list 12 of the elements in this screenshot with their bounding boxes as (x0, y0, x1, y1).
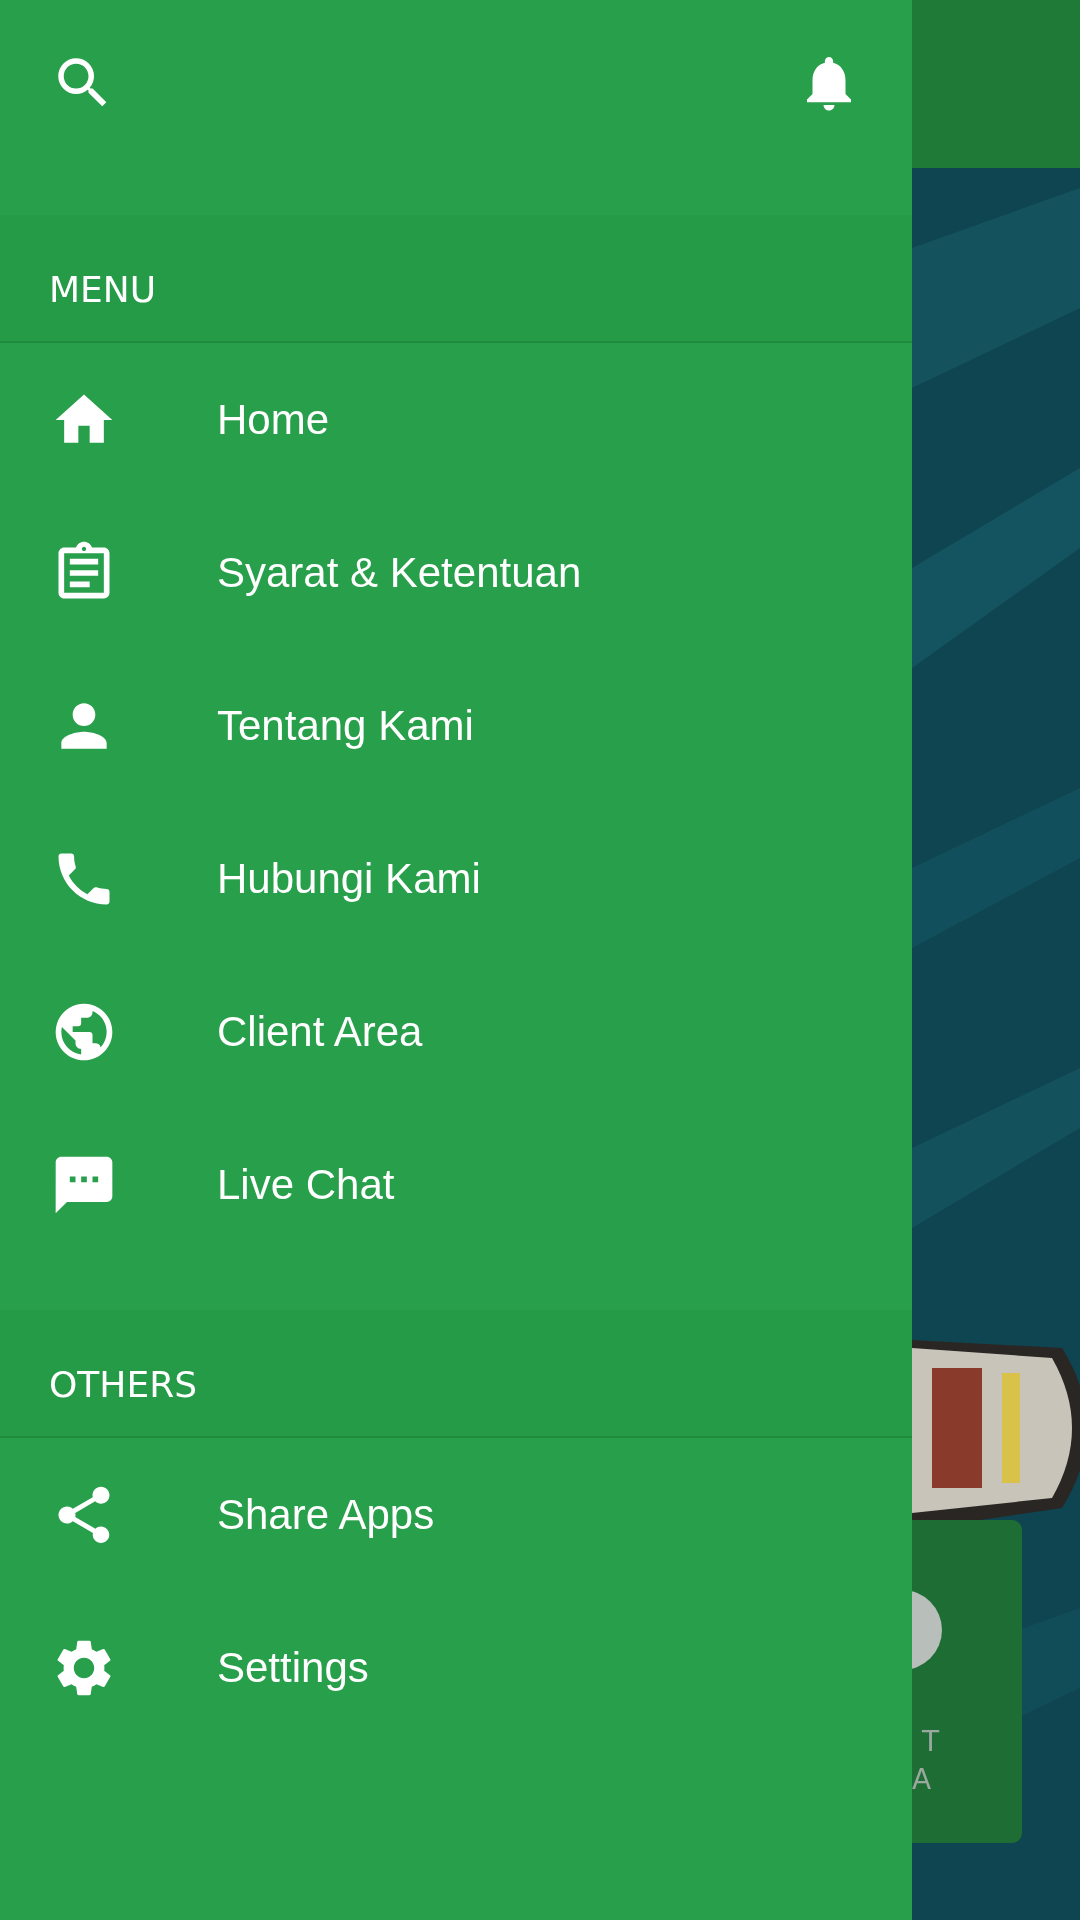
card-text: T (922, 1725, 940, 1758)
menu-item[interactable]: Hubungi Kami (0, 802, 912, 955)
card-text: A (912, 1763, 932, 1796)
menu-item[interactable]: Syarat & Ketentuan (0, 496, 912, 649)
menu-item[interactable]: Settings (0, 1591, 912, 1744)
menu-item[interactable]: Tentang Kami (0, 649, 912, 802)
section-title: OTHERS (49, 1363, 197, 1405)
menu-item[interactable]: Home (0, 343, 912, 496)
section-title: MENU (49, 268, 157, 310)
menu-item[interactable]: Live Chat (0, 1108, 912, 1261)
menu-item[interactable]: Share Apps (0, 1438, 912, 1591)
menu-item[interactable]: Client Area (0, 955, 912, 1108)
